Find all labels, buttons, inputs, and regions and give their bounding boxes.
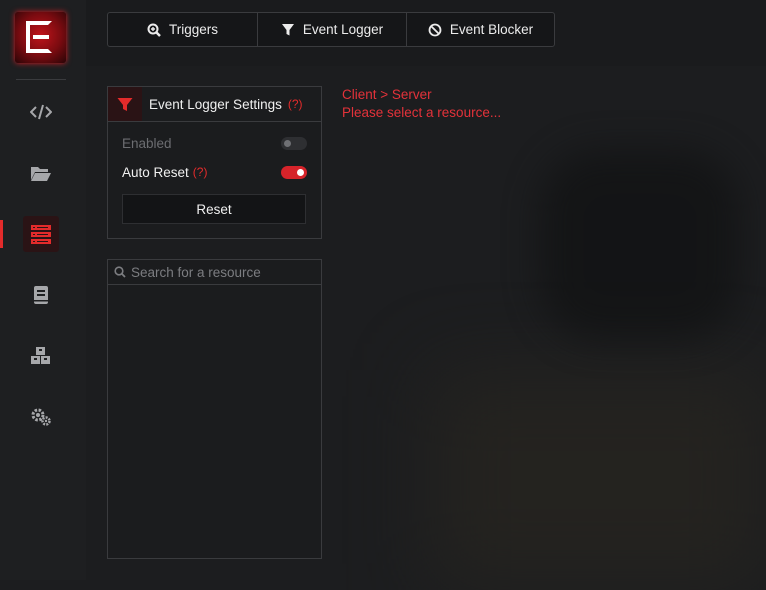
direction-label: Client > Server xyxy=(342,87,432,102)
tab-bar: Triggers Event Logger Event Blocker xyxy=(107,12,555,47)
book-icon xyxy=(34,286,48,304)
status-message: Please select a resource... xyxy=(342,105,502,120)
sidebar-item-modules[interactable] xyxy=(23,338,59,374)
resource-search-bar xyxy=(108,260,321,285)
logo-mark xyxy=(26,21,52,53)
enabled-row: Enabled xyxy=(122,133,307,153)
folder-open-icon xyxy=(31,167,51,181)
resource-search-input[interactable] xyxy=(131,264,306,280)
enabled-label: Enabled xyxy=(122,135,172,151)
ban-icon xyxy=(428,23,442,36)
filter-icon xyxy=(117,97,133,111)
panel-title: Event Logger Settings xyxy=(149,96,282,112)
app-logo xyxy=(15,12,66,63)
search-icon xyxy=(114,266,126,278)
sidebar-item-event-logger[interactable] xyxy=(23,216,59,252)
event-logger-settings-panel: Event Logger Settings (?) Enabled Auto R… xyxy=(107,86,322,239)
sidebar-item-resources[interactable] xyxy=(23,155,59,191)
tab-event-logger[interactable]: Event Logger xyxy=(257,13,406,46)
active-indicator xyxy=(0,220,3,248)
panel-header-icon-box xyxy=(108,87,142,121)
sidebar-divider xyxy=(16,79,66,80)
resource-list-panel xyxy=(107,259,322,559)
list-icon xyxy=(31,225,51,244)
tab-triggers-label: Triggers xyxy=(168,22,218,37)
auto-reset-toggle[interactable] xyxy=(281,165,307,179)
sidebar-item-docs[interactable] xyxy=(23,277,59,313)
filter-icon xyxy=(281,23,294,35)
panel-header: Event Logger Settings (?) xyxy=(108,87,321,122)
background-glow xyxy=(430,370,766,590)
code-icon xyxy=(30,104,52,120)
reset-button[interactable]: Reset xyxy=(122,194,306,224)
tab-triggers[interactable]: Triggers xyxy=(108,13,257,46)
enabled-toggle[interactable] xyxy=(281,136,307,150)
auto-reset-help-icon[interactable]: (?) xyxy=(193,165,208,179)
sidebar xyxy=(0,0,86,580)
cubes-icon xyxy=(31,347,50,364)
tab-event-logger-label: Event Logger xyxy=(302,22,384,37)
auto-reset-row: Auto Reset (?) xyxy=(122,162,307,182)
settings-help-icon[interactable]: (?) xyxy=(288,97,303,111)
sidebar-item-code[interactable] xyxy=(23,94,59,130)
status-area: Client > Server Please select a resource… xyxy=(342,86,501,122)
tab-event-blocker[interactable]: Event Blocker xyxy=(406,13,554,46)
sidebar-item-settings[interactable] xyxy=(23,399,59,435)
toggle-knob xyxy=(284,139,291,147)
background-shape xyxy=(540,150,740,340)
gears-icon xyxy=(31,408,51,426)
search-plus-icon xyxy=(147,23,161,37)
auto-reset-label: Auto Reset xyxy=(122,164,189,180)
tab-event-blocker-label: Event Blocker xyxy=(449,22,534,37)
toggle-knob xyxy=(297,168,304,176)
